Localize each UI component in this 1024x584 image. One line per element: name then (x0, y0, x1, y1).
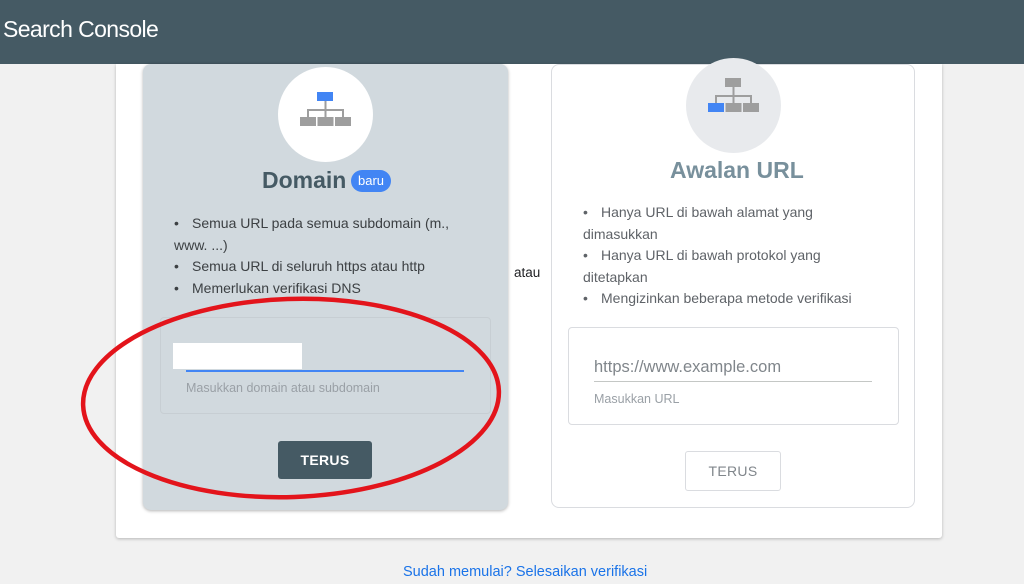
domain-card-title: Domain (262, 167, 347, 193)
url-input-underline (594, 381, 872, 382)
finish-verification-link[interactable]: Sudah memulai? Selesaikan verifikasi (403, 564, 647, 580)
app-header: Search Console (0, 0, 1024, 64)
domain-feature-list: • Semua URL pada semua subdomain (m., www… (174, 213, 494, 299)
list-item: • Mengizinkan beberapa metode verifikasi (583, 290, 852, 306)
url-input-container: Masukkan URL (568, 327, 899, 425)
new-badge: baru (351, 170, 392, 192)
domain-icon-circle (278, 67, 373, 162)
list-item: • Hanya URL di bawah protokol yang (583, 247, 821, 263)
domain-input[interactable] (173, 343, 302, 369)
url-continue-button[interactable]: TERUS (685, 451, 781, 491)
url-feature-list: • Hanya URL di bawah alamat yang dimasukk… (583, 202, 903, 310)
domain-continue-button[interactable]: TERUS (278, 441, 372, 479)
domain-input-underline (186, 370, 464, 372)
domain-input-container: Masukkan domain atau subdomain (160, 317, 491, 414)
url-input[interactable] (594, 355, 870, 379)
domain-input-hint: Masukkan domain atau subdomain (186, 381, 380, 395)
sitemap-icon (300, 92, 351, 126)
list-item: • Semua URL di seluruh https atau http (174, 258, 425, 274)
list-item: ditetapkan (583, 268, 648, 285)
list-item: dimasukkan (583, 225, 658, 242)
url-prefix-property-card[interactable]: Awalan URL • Hanya URL di bawah alamat ya… (551, 58, 915, 508)
app-title[interactable]: Search Console (3, 16, 159, 43)
sitemap-icon (708, 78, 759, 112)
list-item: • Semua URL pada semua subdomain (m., (174, 215, 450, 231)
url-input-hint: Masukkan URL (594, 392, 680, 406)
url-icon-circle (686, 58, 781, 153)
or-separator: atau (514, 265, 541, 280)
url-card-title: Awalan URL (670, 157, 804, 183)
list-item: www. ...) (174, 236, 228, 253)
list-item: • Hanya URL di bawah alamat yang (583, 204, 813, 220)
list-item: • Memerlukan verifikasi DNS (174, 279, 361, 296)
